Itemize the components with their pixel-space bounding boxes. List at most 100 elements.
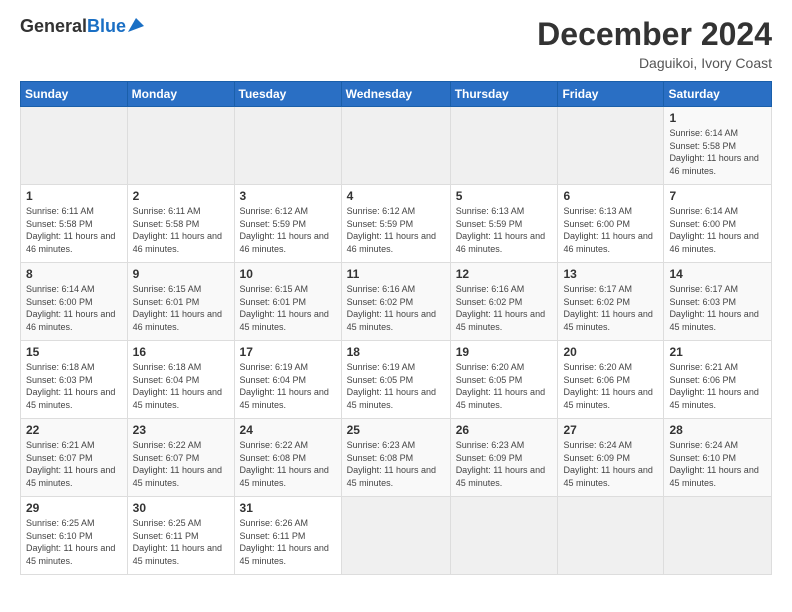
day-info: Sunrise: 6:14 AM Sunset: 6:00 PM Dayligh… bbox=[669, 205, 766, 255]
table-row: 30 Sunrise: 6:25 AM Sunset: 6:11 PM Dayl… bbox=[127, 497, 234, 575]
table-row: 4 Sunrise: 6:12 AM Sunset: 5:59 PM Dayli… bbox=[341, 185, 450, 263]
table-row: 21 Sunrise: 6:21 AM Sunset: 6:06 PM Dayl… bbox=[664, 341, 772, 419]
day-info: Sunrise: 6:17 AM Sunset: 6:03 PM Dayligh… bbox=[669, 283, 766, 333]
table-row: 19 Sunrise: 6:20 AM Sunset: 6:05 PM Dayl… bbox=[450, 341, 558, 419]
table-row: 16 Sunrise: 6:18 AM Sunset: 6:04 PM Dayl… bbox=[127, 341, 234, 419]
day-info: Sunrise: 6:11 AM Sunset: 5:58 PM Dayligh… bbox=[133, 205, 229, 255]
col-saturday: Saturday bbox=[664, 82, 772, 107]
table-row: 18 Sunrise: 6:19 AM Sunset: 6:05 PM Dayl… bbox=[341, 341, 450, 419]
calendar-week-row: 29 Sunrise: 6:25 AM Sunset: 6:10 PM Dayl… bbox=[21, 497, 772, 575]
day-number: 11 bbox=[347, 267, 445, 281]
day-info: Sunrise: 6:14 AM Sunset: 6:00 PM Dayligh… bbox=[26, 283, 122, 333]
table-row: 17 Sunrise: 6:19 AM Sunset: 6:04 PM Dayl… bbox=[234, 341, 341, 419]
logo-blue: Blue bbox=[87, 16, 126, 37]
logo-text: General Blue bbox=[20, 16, 144, 37]
table-row bbox=[664, 497, 772, 575]
day-info: Sunrise: 6:16 AM Sunset: 6:02 PM Dayligh… bbox=[347, 283, 445, 333]
table-row: 3 Sunrise: 6:12 AM Sunset: 5:59 PM Dayli… bbox=[234, 185, 341, 263]
day-info: Sunrise: 6:12 AM Sunset: 5:59 PM Dayligh… bbox=[347, 205, 445, 255]
day-info: Sunrise: 6:11 AM Sunset: 5:58 PM Dayligh… bbox=[26, 205, 122, 255]
day-number: 6 bbox=[563, 189, 658, 203]
calendar-page: General Blue December 2024 Daguikoi, Ivo… bbox=[0, 0, 792, 612]
day-number: 21 bbox=[669, 345, 766, 359]
calendar-week-row: 22 Sunrise: 6:21 AM Sunset: 6:07 PM Dayl… bbox=[21, 419, 772, 497]
table-row: 22 Sunrise: 6:21 AM Sunset: 6:07 PM Dayl… bbox=[21, 419, 128, 497]
month-title: December 2024 bbox=[537, 16, 772, 53]
day-number: 26 bbox=[456, 423, 553, 437]
table-row: 11 Sunrise: 6:16 AM Sunset: 6:02 PM Dayl… bbox=[341, 263, 450, 341]
table-row bbox=[558, 107, 664, 185]
day-number: 18 bbox=[347, 345, 445, 359]
day-info: Sunrise: 6:12 AM Sunset: 5:59 PM Dayligh… bbox=[240, 205, 336, 255]
table-row bbox=[234, 107, 341, 185]
day-number: 1 bbox=[26, 189, 122, 203]
table-row: 12 Sunrise: 6:16 AM Sunset: 6:02 PM Dayl… bbox=[450, 263, 558, 341]
table-row bbox=[341, 497, 450, 575]
day-info: Sunrise: 6:21 AM Sunset: 6:07 PM Dayligh… bbox=[26, 439, 122, 489]
day-info: Sunrise: 6:20 AM Sunset: 6:05 PM Dayligh… bbox=[456, 361, 553, 411]
col-tuesday: Tuesday bbox=[234, 82, 341, 107]
logo-bird-icon bbox=[128, 18, 144, 32]
col-wednesday: Wednesday bbox=[341, 82, 450, 107]
day-info: Sunrise: 6:22 AM Sunset: 6:08 PM Dayligh… bbox=[240, 439, 336, 489]
table-row bbox=[127, 107, 234, 185]
logo: General Blue bbox=[20, 16, 144, 37]
table-row: 24 Sunrise: 6:22 AM Sunset: 6:08 PM Dayl… bbox=[234, 419, 341, 497]
logo-general: General bbox=[20, 16, 87, 37]
day-number: 16 bbox=[133, 345, 229, 359]
col-monday: Monday bbox=[127, 82, 234, 107]
day-info: Sunrise: 6:25 AM Sunset: 6:11 PM Dayligh… bbox=[133, 517, 229, 567]
day-number: 17 bbox=[240, 345, 336, 359]
table-row: 25 Sunrise: 6:23 AM Sunset: 6:08 PM Dayl… bbox=[341, 419, 450, 497]
table-row: 8 Sunrise: 6:14 AM Sunset: 6:00 PM Dayli… bbox=[21, 263, 128, 341]
day-info: Sunrise: 6:19 AM Sunset: 6:05 PM Dayligh… bbox=[347, 361, 445, 411]
header: General Blue December 2024 Daguikoi, Ivo… bbox=[20, 16, 772, 71]
table-row: 5 Sunrise: 6:13 AM Sunset: 5:59 PM Dayli… bbox=[450, 185, 558, 263]
calendar-week-row: 15 Sunrise: 6:18 AM Sunset: 6:03 PM Dayl… bbox=[21, 341, 772, 419]
day-number: 8 bbox=[26, 267, 122, 281]
day-info: Sunrise: 6:24 AM Sunset: 6:10 PM Dayligh… bbox=[669, 439, 766, 489]
table-row: 15 Sunrise: 6:18 AM Sunset: 6:03 PM Dayl… bbox=[21, 341, 128, 419]
day-info: Sunrise: 6:21 AM Sunset: 6:06 PM Dayligh… bbox=[669, 361, 766, 411]
day-number: 19 bbox=[456, 345, 553, 359]
day-number: 12 bbox=[456, 267, 553, 281]
table-row: 1 Sunrise: 6:14 AM Sunset: 5:58 PM Dayli… bbox=[664, 107, 772, 185]
day-number: 30 bbox=[133, 501, 229, 515]
day-number: 31 bbox=[240, 501, 336, 515]
table-row: 10 Sunrise: 6:15 AM Sunset: 6:01 PM Dayl… bbox=[234, 263, 341, 341]
calendar-week-row: 1 Sunrise: 6:11 AM Sunset: 5:58 PM Dayli… bbox=[21, 185, 772, 263]
table-row bbox=[21, 107, 128, 185]
day-info: Sunrise: 6:23 AM Sunset: 6:08 PM Dayligh… bbox=[347, 439, 445, 489]
day-number: 1 bbox=[669, 111, 766, 125]
table-row: 2 Sunrise: 6:11 AM Sunset: 5:58 PM Dayli… bbox=[127, 185, 234, 263]
day-number: 20 bbox=[563, 345, 658, 359]
day-info: Sunrise: 6:24 AM Sunset: 6:09 PM Dayligh… bbox=[563, 439, 658, 489]
day-info: Sunrise: 6:17 AM Sunset: 6:02 PM Dayligh… bbox=[563, 283, 658, 333]
day-info: Sunrise: 6:19 AM Sunset: 6:04 PM Dayligh… bbox=[240, 361, 336, 411]
day-info: Sunrise: 6:22 AM Sunset: 6:07 PM Dayligh… bbox=[133, 439, 229, 489]
table-row bbox=[450, 497, 558, 575]
table-row: 31 Sunrise: 6:26 AM Sunset: 6:11 PM Dayl… bbox=[234, 497, 341, 575]
day-number: 7 bbox=[669, 189, 766, 203]
day-info: Sunrise: 6:13 AM Sunset: 6:00 PM Dayligh… bbox=[563, 205, 658, 255]
title-block: December 2024 Daguikoi, Ivory Coast bbox=[537, 16, 772, 71]
day-info: Sunrise: 6:25 AM Sunset: 6:10 PM Dayligh… bbox=[26, 517, 122, 567]
day-info: Sunrise: 6:18 AM Sunset: 6:04 PM Dayligh… bbox=[133, 361, 229, 411]
day-info: Sunrise: 6:16 AM Sunset: 6:02 PM Dayligh… bbox=[456, 283, 553, 333]
table-row: 20 Sunrise: 6:20 AM Sunset: 6:06 PM Dayl… bbox=[558, 341, 664, 419]
table-row: 7 Sunrise: 6:14 AM Sunset: 6:00 PM Dayli… bbox=[664, 185, 772, 263]
day-number: 28 bbox=[669, 423, 766, 437]
table-row bbox=[341, 107, 450, 185]
day-number: 23 bbox=[133, 423, 229, 437]
day-number: 9 bbox=[133, 267, 229, 281]
calendar-week-row: 1 Sunrise: 6:14 AM Sunset: 5:58 PM Dayli… bbox=[21, 107, 772, 185]
table-row bbox=[558, 497, 664, 575]
calendar-table: Sunday Monday Tuesday Wednesday Thursday… bbox=[20, 81, 772, 575]
calendar-header: Sunday Monday Tuesday Wednesday Thursday… bbox=[21, 82, 772, 107]
weekday-row: Sunday Monday Tuesday Wednesday Thursday… bbox=[21, 82, 772, 107]
day-info: Sunrise: 6:26 AM Sunset: 6:11 PM Dayligh… bbox=[240, 517, 336, 567]
day-info: Sunrise: 6:23 AM Sunset: 6:09 PM Dayligh… bbox=[456, 439, 553, 489]
day-number: 2 bbox=[133, 189, 229, 203]
table-row: 23 Sunrise: 6:22 AM Sunset: 6:07 PM Dayl… bbox=[127, 419, 234, 497]
table-row: 9 Sunrise: 6:15 AM Sunset: 6:01 PM Dayli… bbox=[127, 263, 234, 341]
